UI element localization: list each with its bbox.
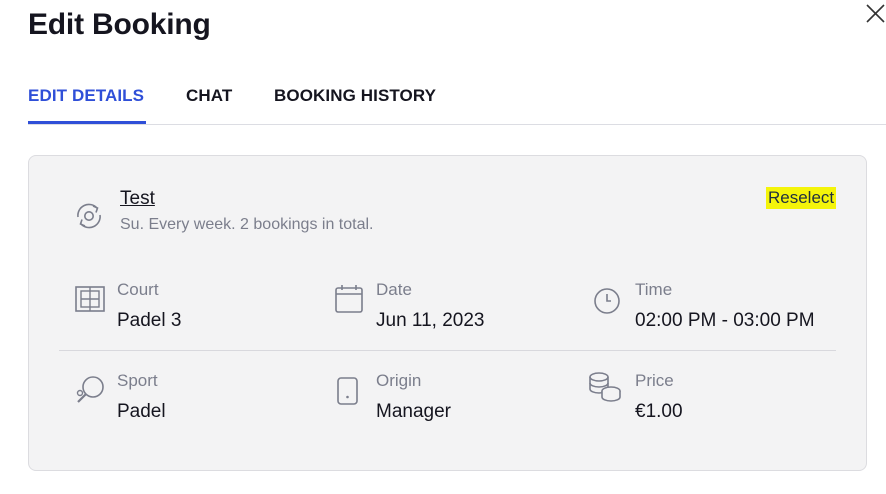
mobile-device-icon bbox=[337, 377, 358, 405]
origin-value: Manager bbox=[376, 401, 451, 422]
reselect-button[interactable]: Reselect bbox=[766, 187, 837, 209]
sport-value: Padel bbox=[117, 401, 166, 422]
recurrence-summary: Su. Every week. 2 bookings in total. bbox=[120, 216, 374, 233]
sport-label: Sport bbox=[117, 371, 158, 390]
time-field: Time 02:00 PM - 03:00 PM bbox=[591, 280, 841, 340]
booking-details-card: Test Su. Every week. 2 bookings in total… bbox=[28, 155, 867, 471]
active-tab-indicator bbox=[28, 121, 146, 124]
price-value: €1.00 bbox=[635, 401, 683, 422]
calendar-icon bbox=[335, 285, 363, 313]
coins-icon bbox=[589, 372, 621, 402]
page-title: Edit Booking bbox=[28, 8, 211, 41]
tab-booking-history[interactable]: BOOKING HISTORY bbox=[274, 86, 436, 106]
clock-icon bbox=[594, 288, 620, 314]
tab-bar: EDIT DETAILS CHAT BOOKING HISTORY bbox=[28, 86, 886, 125]
court-value: Padel 3 bbox=[117, 310, 182, 331]
sport-field: Sport Padel bbox=[73, 371, 323, 431]
court-icon bbox=[75, 286, 105, 312]
price-label: Price bbox=[635, 371, 674, 390]
time-value: 02:00 PM - 03:00 PM bbox=[635, 310, 815, 331]
padel-racket-icon bbox=[76, 376, 104, 403]
origin-field: Origin Manager bbox=[332, 371, 582, 431]
time-label: Time bbox=[635, 280, 673, 299]
court-label: Court bbox=[117, 280, 159, 299]
date-value: Jun 11, 2023 bbox=[376, 310, 485, 331]
close-icon[interactable] bbox=[864, 2, 886, 24]
booking-name-link[interactable]: Test bbox=[120, 188, 155, 210]
price-field: Price €1.00 bbox=[589, 371, 841, 431]
tab-edit-details[interactable]: EDIT DETAILS bbox=[28, 86, 144, 106]
divider bbox=[59, 350, 836, 351]
origin-label: Origin bbox=[376, 371, 422, 390]
date-label: Date bbox=[376, 280, 412, 299]
recurring-icon bbox=[77, 203, 101, 229]
court-field: Court Padel 3 bbox=[73, 280, 323, 340]
tab-chat[interactable]: CHAT bbox=[186, 86, 232, 106]
date-field: Date Jun 11, 2023 bbox=[332, 280, 582, 340]
